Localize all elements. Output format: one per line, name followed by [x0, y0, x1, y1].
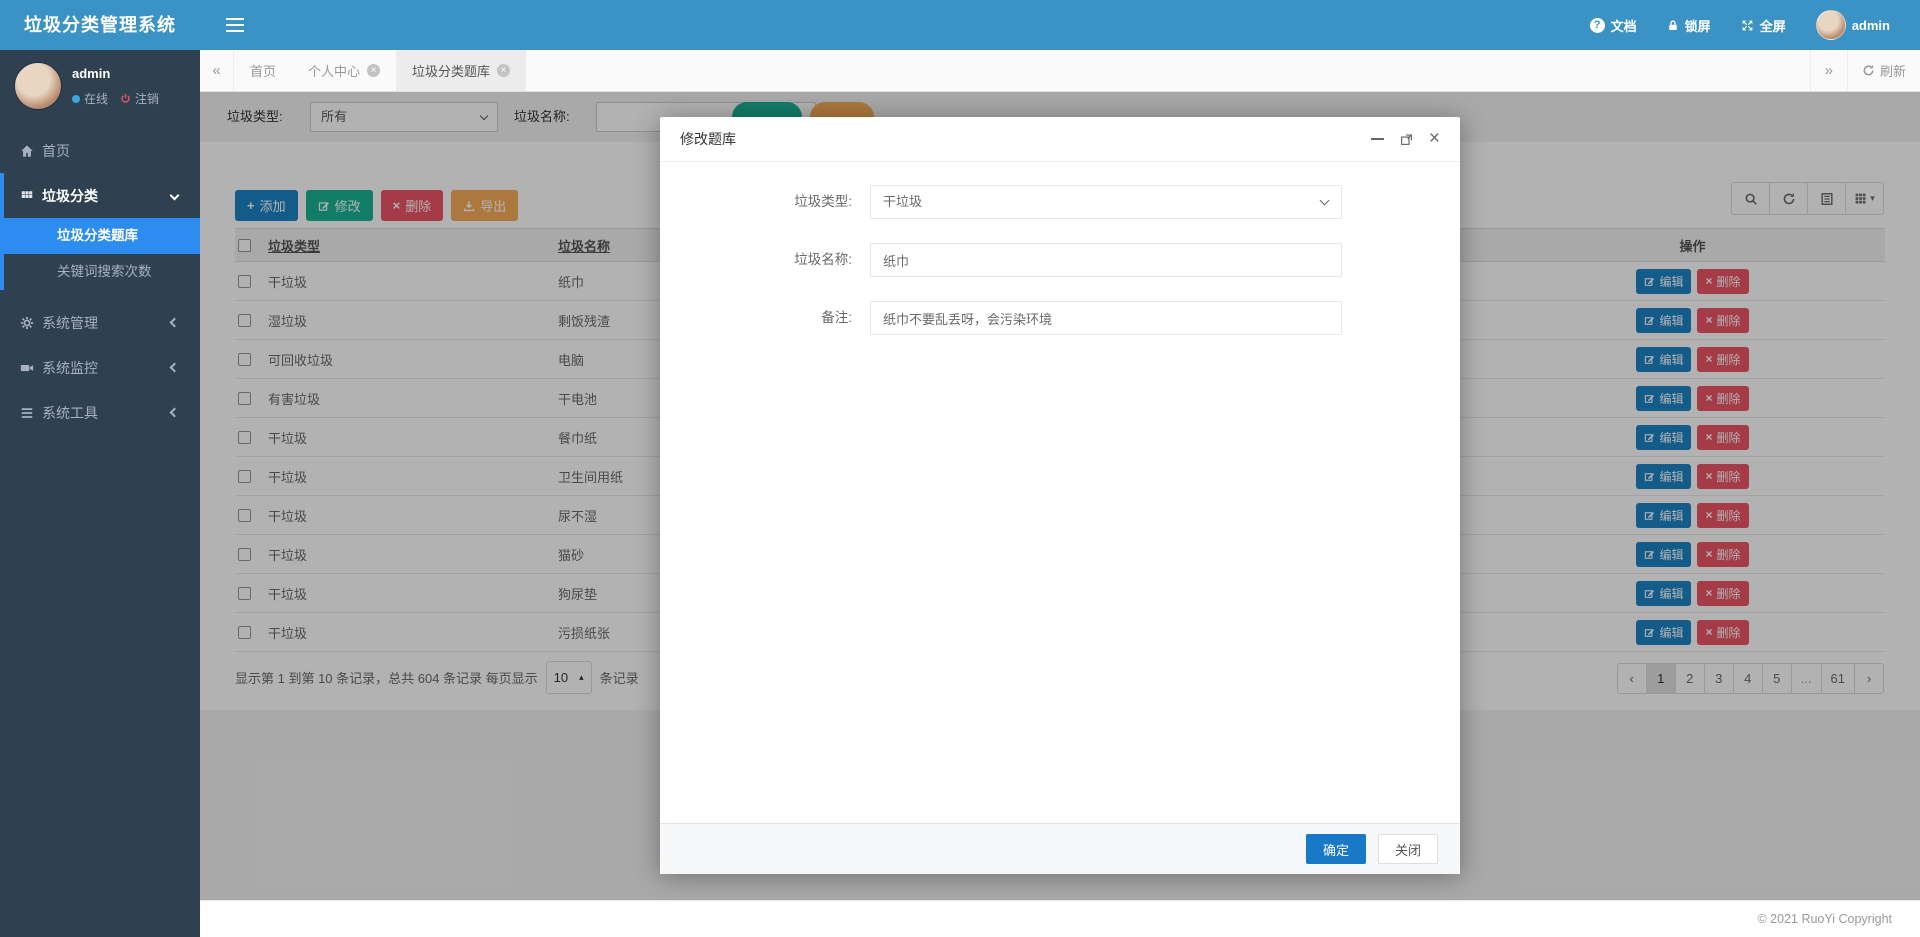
dialog-title: 修改题库 — [680, 129, 736, 149]
sidebar-item-keyword-search[interactable]: 关键词搜索次数 — [4, 254, 200, 290]
gear-icon — [20, 316, 42, 330]
question-circle-icon: ? — [1590, 18, 1605, 33]
remark-input[interactable] — [870, 301, 1342, 335]
tab-bar: « 首页 个人中心 × 垃圾分类题库 × » 刷新 — [200, 50, 1920, 92]
tab-close-icon[interactable]: × — [497, 64, 510, 77]
scroll-tabs-right-icon[interactable]: » — [1810, 50, 1847, 91]
confirm-button[interactable]: 确定 — [1306, 834, 1366, 864]
minimize-icon[interactable] — [1371, 138, 1384, 140]
fullscreen-icon — [1741, 19, 1754, 32]
copyright: © 2021 RuoYi Copyright — [200, 900, 1920, 937]
app-title: 垃圾分类管理系统 — [0, 0, 200, 50]
sidebar-user-panel: admin 在线 注销 — [0, 60, 200, 120]
tab-close-icon[interactable]: × — [367, 64, 380, 77]
sidebar-item-tools[interactable]: 系统工具 — [0, 390, 200, 435]
close-icon[interactable]: × — [1429, 132, 1440, 146]
refresh-icon — [1862, 64, 1875, 77]
maximize-icon[interactable] — [1400, 133, 1413, 146]
scroll-tabs-left-icon[interactable]: « — [200, 50, 234, 91]
sidebar-item-system[interactable]: 系统管理 — [0, 300, 200, 345]
field-name-label: 垃圾名称: — [660, 243, 870, 277]
navbar-avatar — [1816, 10, 1846, 40]
sidebar-item-home[interactable]: 首页 — [0, 128, 200, 173]
user-avatar — [14, 62, 62, 110]
sidebar-item-monitor[interactable]: 系统监控 — [0, 345, 200, 390]
home-icon — [20, 144, 42, 158]
video-camera-icon — [20, 361, 42, 375]
fullscreen-link[interactable]: 全屏 — [1741, 16, 1786, 35]
chevron-left-icon — [170, 408, 180, 418]
logout-icon — [120, 93, 131, 104]
list-bars-icon — [20, 406, 42, 420]
close-button[interactable]: 关闭 — [1378, 834, 1438, 864]
chevron-left-icon — [170, 363, 180, 373]
doc-link[interactable]: ? 文档 — [1590, 16, 1637, 35]
sidebar: 垃圾分类管理系统 admin 在线 注销 首页 垃圾分类 — [0, 0, 200, 937]
dialog-header: 修改题库 × — [660, 117, 1460, 162]
dialog-form: 垃圾类型: 干垃圾 垃圾名称: 备注: — [660, 185, 1460, 335]
type-select[interactable]: 干垃圾 — [870, 185, 1342, 219]
hamburger-menu-icon[interactable] — [226, 14, 244, 36]
sidebar-item-question-bank[interactable]: 垃圾分类题库 — [4, 218, 200, 254]
user-menu[interactable]: admin — [1816, 10, 1890, 40]
refresh-tab-button[interactable]: 刷新 — [1847, 50, 1920, 91]
chevron-down-icon — [170, 191, 180, 201]
user-name: admin — [72, 66, 110, 81]
dialog-footer: 确定 关闭 — [660, 823, 1460, 874]
lock-icon — [1667, 19, 1679, 32]
chevron-left-icon — [170, 318, 180, 328]
logout-link[interactable]: 注销 — [135, 90, 159, 107]
field-type-label: 垃圾类型: — [660, 185, 870, 219]
category-grid-icon — [20, 189, 42, 203]
sidebar-section-category: 垃圾分类 垃圾分类题库 关键词搜索次数 — [0, 173, 200, 290]
chevron-down-icon — [1320, 196, 1330, 206]
sidebar-item-category[interactable]: 垃圾分类 — [4, 173, 200, 218]
tab-home[interactable]: 首页 — [234, 50, 292, 91]
name-input[interactable] — [870, 243, 1342, 277]
sidebar-menu: 首页 垃圾分类 垃圾分类题库 关键词搜索次数 系统管理 系统 — [0, 128, 200, 435]
lock-screen-link[interactable]: 锁屏 — [1667, 16, 1711, 35]
tab-question-bank[interactable]: 垃圾分类题库 × — [396, 50, 526, 91]
top-navbar: ? 文档 锁屏 全屏 admin — [200, 0, 1920, 50]
edit-dialog: 修改题库 × 垃圾类型: 干垃圾 垃圾名称: 备注: — [660, 117, 1460, 874]
field-remark-label: 备注: — [660, 301, 870, 335]
user-status: 在线 — [84, 90, 108, 107]
online-dot-icon — [72, 95, 80, 103]
tab-profile[interactable]: 个人中心 × — [292, 50, 396, 91]
